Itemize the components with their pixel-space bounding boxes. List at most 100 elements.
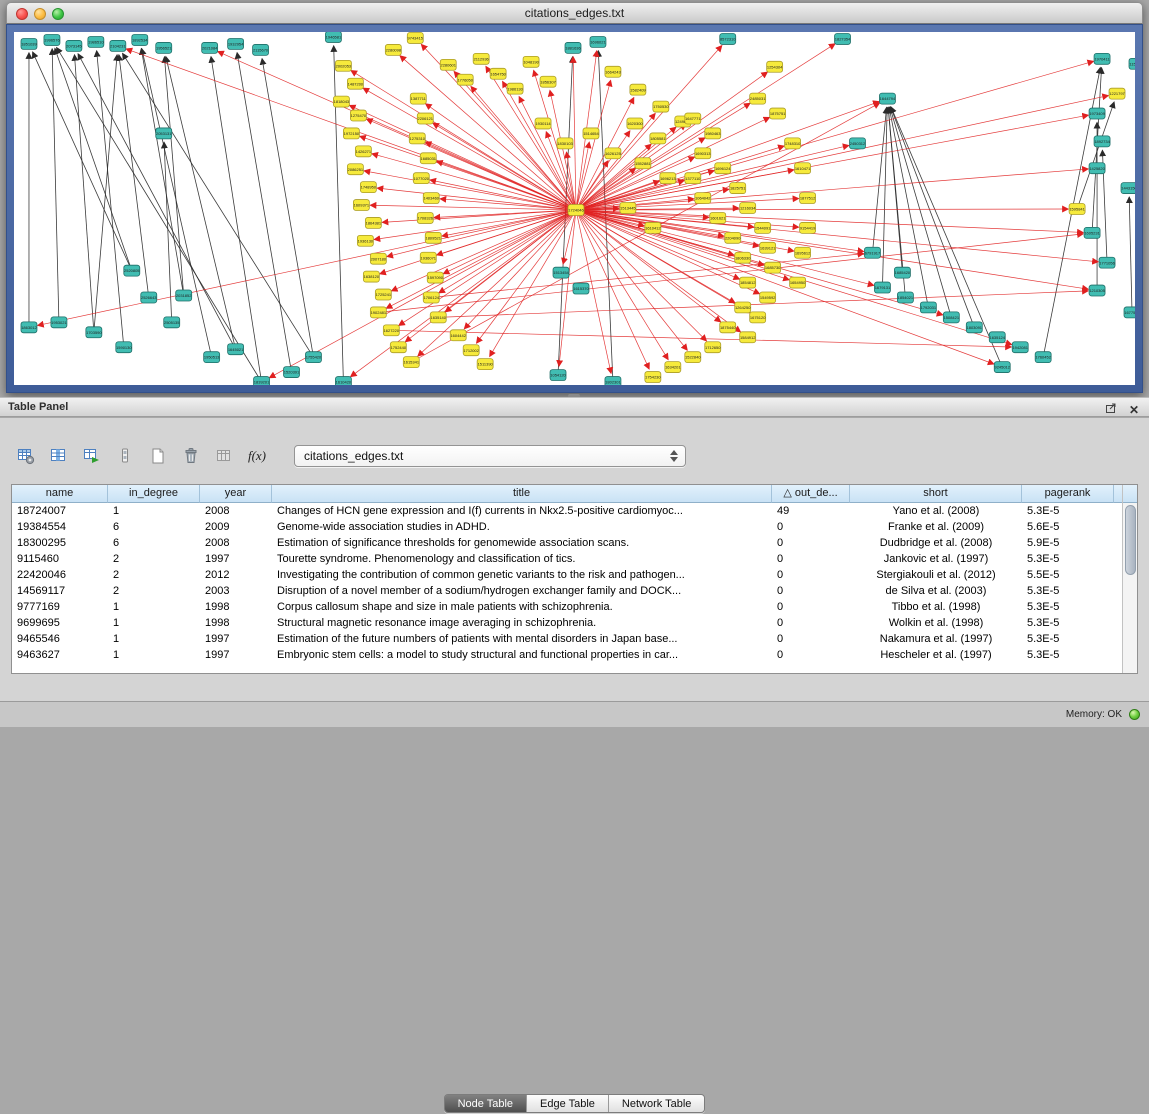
graph-node[interactable]: 9245012 bbox=[994, 362, 1010, 373]
cell-title[interactable]: Disruption of a novel member of a sodium… bbox=[272, 583, 772, 599]
citation-edge-red[interactable] bbox=[38, 210, 576, 325]
cell-short[interactable]: Jankovic et al. (1997) bbox=[850, 551, 1022, 567]
citation-edge-black[interactable] bbox=[141, 49, 183, 296]
graph-node[interactable]: 1996576 bbox=[44, 34, 61, 45]
graph-node[interactable]: 1664243 bbox=[605, 66, 622, 77]
cell-out_degree[interactable]: 0 bbox=[772, 631, 850, 647]
graph-node[interactable]: 1609371 bbox=[353, 200, 370, 211]
cell-in_degree[interactable]: 1 bbox=[108, 647, 200, 663]
cell-short[interactable]: de Silva et al. (2003) bbox=[850, 583, 1022, 599]
cell-out_degree[interactable]: 49 bbox=[772, 503, 850, 519]
graph-node[interactable]: 1973409 bbox=[1089, 108, 1106, 119]
graph-node[interactable]: 2204090 bbox=[725, 232, 742, 243]
cell-title[interactable]: Investigating the contribution of common… bbox=[272, 567, 772, 583]
graph-node[interactable]: 1679131 bbox=[874, 282, 891, 293]
float-panel-button[interactable] bbox=[1105, 401, 1117, 419]
graph-node[interactable]: 1690313 bbox=[695, 148, 712, 159]
graph-node[interactable]: 1980463 bbox=[705, 128, 722, 139]
table-select-dropdown[interactable]: citations_edges.txt bbox=[294, 445, 686, 467]
cell-pagerank[interactable]: 5.3E-5 bbox=[1022, 503, 1114, 519]
graph-node[interactable]: 1403460 bbox=[423, 193, 440, 204]
graph-node[interactable]: 1752440 bbox=[390, 342, 407, 353]
cell-name[interactable]: 9115460 bbox=[12, 551, 108, 567]
graph-node[interactable]: 1584912 bbox=[740, 332, 756, 343]
graph-node[interactable]: 1950513 bbox=[204, 352, 221, 363]
graph-node[interactable]: 1610420 bbox=[335, 377, 352, 385]
minimize-window-button[interactable] bbox=[34, 8, 46, 20]
cell-year[interactable]: 1997 bbox=[200, 647, 272, 663]
graph-node[interactable]: 1620300 bbox=[627, 118, 644, 129]
graph-node[interactable]: 1881636 bbox=[565, 42, 582, 53]
graph-node[interactable]: 1750530 bbox=[653, 101, 670, 112]
graph-node[interactable]: 1275310 bbox=[409, 133, 426, 144]
graph-node[interactable]: 1639121 bbox=[760, 242, 777, 253]
cell-in_degree[interactable]: 1 bbox=[108, 503, 200, 519]
citation-edge-black[interactable] bbox=[78, 54, 235, 349]
column-header-title[interactable]: title bbox=[272, 485, 772, 503]
citation-edge-black[interactable] bbox=[890, 107, 951, 317]
citation-edge-black[interactable] bbox=[75, 55, 94, 332]
cell-name[interactable]: 14569117 bbox=[12, 583, 108, 599]
column-header-in_degree[interactable]: in_degree bbox=[108, 485, 200, 503]
graph-node[interactable]: 1754230 bbox=[645, 372, 662, 383]
graph-node[interactable]: 1654950 bbox=[790, 277, 807, 288]
graph-node[interactable]: 1695612 bbox=[795, 247, 811, 258]
cell-year[interactable]: 2009 bbox=[200, 519, 272, 535]
table-vertical-scrollbar[interactable] bbox=[1122, 485, 1137, 673]
graph-node[interactable]: 2206121 bbox=[417, 113, 434, 124]
graph-node[interactable]: 1377110 bbox=[685, 173, 701, 184]
graph-node[interactable]: 1696021 bbox=[590, 36, 607, 47]
cell-year[interactable]: 2003 bbox=[200, 583, 272, 599]
import-table-button[interactable] bbox=[80, 444, 104, 468]
graph-node[interactable]: 2505135 bbox=[164, 317, 181, 328]
cell-title[interactable]: Embryonic stem cells: a model to study s… bbox=[272, 647, 772, 663]
cell-name[interactable]: 18300295 bbox=[12, 535, 108, 551]
cell-in_degree[interactable]: 2 bbox=[108, 567, 200, 583]
cell-title[interactable]: Tourette syndrome. Phenomenology and cla… bbox=[272, 551, 772, 567]
graph-node[interactable]: 1972150 bbox=[343, 128, 360, 139]
citation-edge-black[interactable] bbox=[97, 51, 124, 347]
graph-node[interactable]: 1077020 bbox=[413, 173, 430, 184]
graph-node[interactable]: 1932954 bbox=[228, 38, 245, 49]
cell-title[interactable]: Estimation of the future numbers of pati… bbox=[272, 631, 772, 647]
cell-title[interactable]: Estimation of significance thresholds fo… bbox=[272, 535, 772, 551]
graph-node[interactable]: 1892734 bbox=[1094, 136, 1111, 147]
cell-short[interactable]: Hescheler et al. (1997) bbox=[850, 647, 1022, 663]
graph-node[interactable]: 2520805 bbox=[124, 265, 141, 276]
column-header-pagerank[interactable]: pagerank bbox=[1022, 485, 1114, 503]
table-row[interactable]: 946362711997Embryonic stem cells: a mode… bbox=[12, 647, 1122, 663]
graph-node[interactable]: 1755420 bbox=[305, 352, 322, 363]
table-row[interactable]: 946554611997Estimation of the future num… bbox=[12, 631, 1122, 647]
graph-node[interactable]: 1685031 bbox=[420, 153, 437, 164]
cell-in_degree[interactable]: 6 bbox=[108, 535, 200, 551]
table-row[interactable]: 911546021997Tourette syndrome. Phenomeno… bbox=[12, 551, 1122, 567]
graph-node[interactable]: 2280098 bbox=[385, 44, 402, 55]
graph-node[interactable]: 1254304 bbox=[767, 61, 784, 72]
graph-node[interactable]: 1677530 bbox=[1124, 307, 1135, 318]
graph-node[interactable]: 1802301 bbox=[605, 377, 622, 385]
graph-node[interactable]: 1708326 bbox=[417, 212, 434, 223]
column-header-year[interactable]: year bbox=[200, 485, 272, 503]
graph-node[interactable]: 1275470 bbox=[350, 110, 367, 121]
graph-node[interactable]: 1264250 bbox=[735, 302, 752, 313]
graph-node[interactable]: 1387711 bbox=[410, 93, 426, 104]
graph-node[interactable]: 1830103 bbox=[557, 138, 574, 149]
graph-node[interactable]: 1221797 bbox=[1109, 88, 1125, 99]
graph-node[interactable]: 1930114 bbox=[535, 118, 551, 129]
cell-out_degree[interactable]: 0 bbox=[772, 615, 850, 631]
graph-node[interactable]: 1956521 bbox=[156, 42, 173, 53]
graph-node[interactable]: 1627220 bbox=[383, 325, 400, 336]
network-view-canvas[interactable]: 1724046185103919965762073145198651021042… bbox=[14, 32, 1135, 385]
cell-in_degree[interactable]: 2 bbox=[108, 583, 200, 599]
citation-edge-red[interactable] bbox=[434, 210, 576, 217]
graph-node[interactable]: 1825751 bbox=[730, 183, 747, 194]
graph-node[interactable]: 1875751 bbox=[770, 108, 787, 119]
cell-short[interactable]: Tibbo et al. (1998) bbox=[850, 599, 1022, 615]
graph-node[interactable]: 1549592 bbox=[760, 292, 776, 303]
graph-node[interactable]: 2031852 bbox=[176, 290, 192, 301]
graph-node[interactable]: 1604442 bbox=[450, 330, 466, 341]
merge-table-button[interactable] bbox=[212, 444, 236, 468]
cell-title[interactable]: Structural magnetic resonance image aver… bbox=[272, 615, 772, 631]
graph-node[interactable]: 1154810 bbox=[1129, 58, 1135, 69]
citation-edge-red[interactable] bbox=[573, 57, 576, 210]
